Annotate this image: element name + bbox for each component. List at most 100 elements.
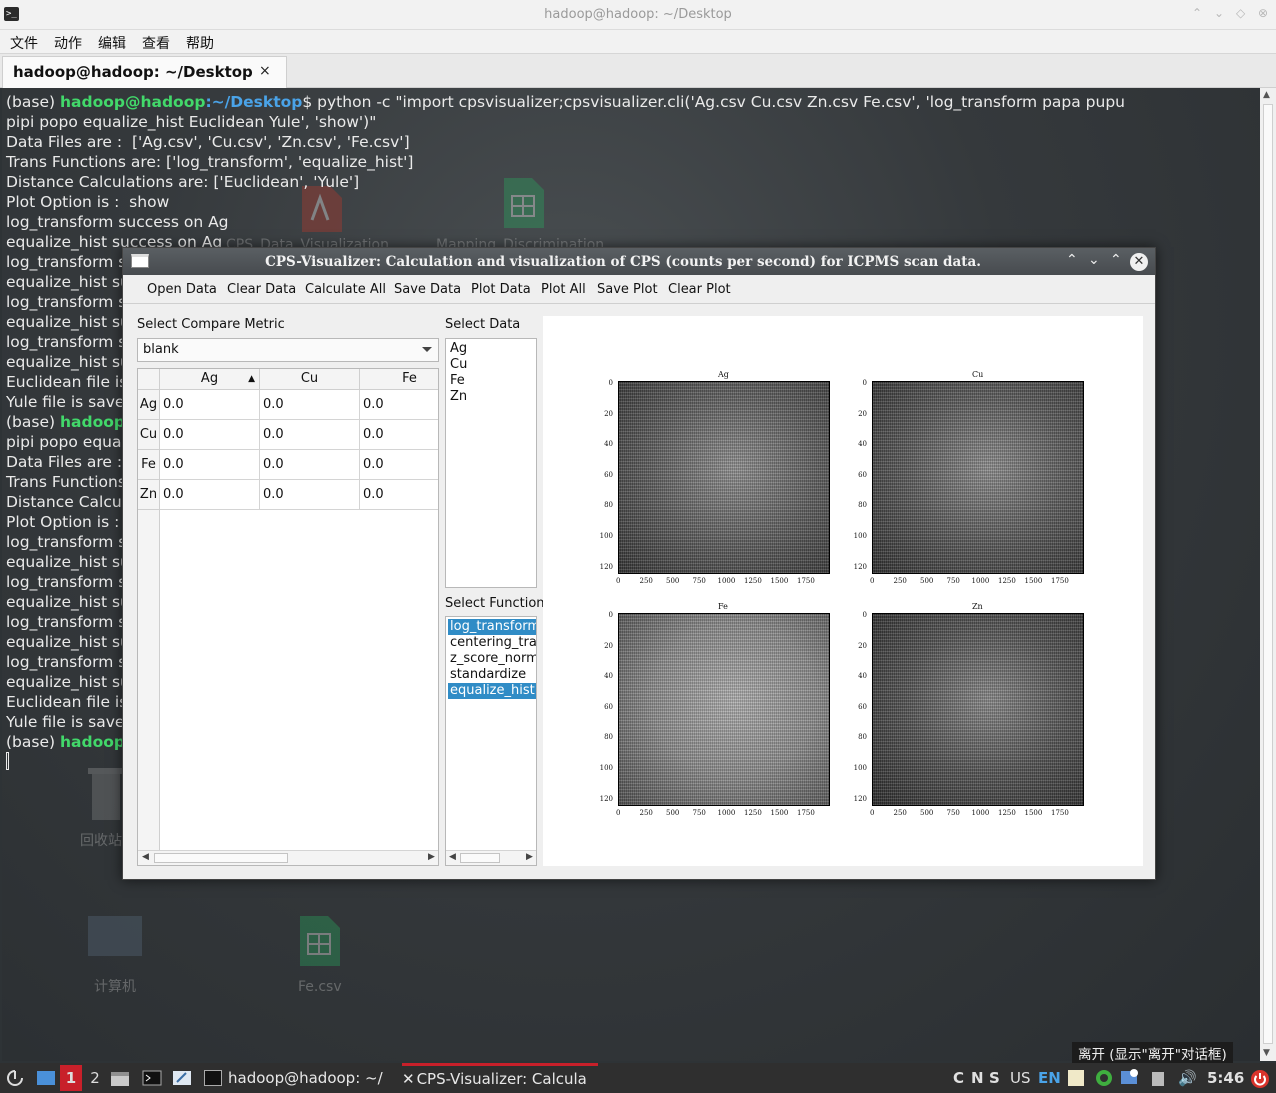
function-list[interactable]: log_transformcentering_tranz_score_norma…	[445, 616, 537, 866]
list-item[interactable]: Cu	[448, 357, 467, 373]
calculate-all-button[interactable]: Calculate All	[305, 282, 386, 297]
table-cell[interactable]: 0.0	[160, 390, 260, 420]
keep-above-icon[interactable]: ⌃	[1066, 252, 1078, 268]
close-icon[interactable]: ✕	[1130, 253, 1148, 271]
table-cell[interactable]: 0.0	[360, 450, 438, 480]
desktop-label-fe-csv: Fe.csv	[298, 979, 342, 995]
table-cell[interactable]: 0.0	[160, 450, 260, 480]
plot-canvas[interactable]: Ag 0 20 40 60 80 100 120 0 250 500 750 1000 1250 1500 1…	[543, 316, 1143, 866]
scroll-right-icon[interactable]: ▶	[428, 852, 435, 862]
notification-icon[interactable]	[1120, 1069, 1140, 1091]
menu-view[interactable]: 查看	[142, 33, 170, 53]
row-header[interactable]: Fe	[138, 450, 160, 480]
list-item[interactable]: centering_tran	[448, 635, 536, 651]
plot-all-button[interactable]: Plot All	[541, 282, 586, 297]
power-icon[interactable]	[1250, 1069, 1270, 1093]
scroll-left-icon[interactable]: ◀	[142, 852, 149, 862]
row-header[interactable]: Zn	[138, 480, 160, 510]
terminal-output-line: Trans Functions are: ['log_transform', '…	[6, 153, 414, 171]
task-cps-visualizer[interactable]: ✕ CPS-Visualizer: Calcula	[402, 1063, 598, 1093]
save-data-button[interactable]: Save Data	[394, 282, 461, 297]
prompt-dollar: $	[302, 93, 318, 111]
table-cell[interactable]: 0.0	[260, 480, 360, 510]
list-item[interactable]: Fe	[448, 373, 465, 389]
list-item[interactable]: standardize	[448, 667, 536, 683]
menu-action[interactable]: 动作	[54, 33, 82, 53]
list-item[interactable]: log_transform	[448, 619, 536, 635]
menu-edit[interactable]: 编辑	[98, 33, 126, 53]
x-tick-label: 1500	[1024, 577, 1043, 585]
task-terminal[interactable]: hadoop@hadoop: ~/	[204, 1063, 396, 1093]
input-method-indicator[interactable]: EN	[1038, 1069, 1061, 1087]
clear-data-button[interactable]: Clear Data	[227, 282, 296, 297]
minimize-icon[interactable]: ⌄	[1214, 6, 1224, 20]
y-tick-label: 100	[853, 532, 867, 540]
list-item[interactable]: Ag	[448, 341, 467, 357]
minimize-icon[interactable]: ⌄	[1088, 252, 1100, 268]
list-item[interactable]: z_score_norma	[448, 651, 536, 667]
capslock-indicator: C	[953, 1069, 965, 1087]
list-item[interactable]: Zn	[448, 389, 467, 405]
table-horizontal-scrollbar[interactable]: ◀ ▶	[138, 850, 438, 865]
data-list[interactable]: Ag Cu Fe Zn	[445, 338, 537, 588]
table-corner[interactable]	[138, 369, 160, 390]
scrollbar-thumb[interactable]	[460, 853, 500, 863]
clipboard-icon[interactable]	[1066, 1069, 1086, 1091]
table-cell[interactable]: 0.0	[360, 480, 438, 510]
close-icon[interactable]: ⊗	[1258, 6, 1268, 20]
x-tick-label: 1750	[797, 809, 815, 817]
column-header-cu[interactable]: Cu	[260, 369, 360, 390]
volume-icon[interactable]: 🔊	[1178, 1069, 1197, 1087]
battery-icon[interactable]	[1150, 1069, 1166, 1091]
y-tick-label: 80	[858, 501, 867, 510]
clear-plot-button[interactable]: Clear Plot	[668, 282, 731, 297]
scroll-left-icon[interactable]: ◀	[449, 852, 456, 862]
table-cell[interactable]: 0.0	[260, 390, 360, 420]
scroll-up-icon[interactable]: ▲	[1263, 90, 1270, 100]
x-tick-label: 1500	[770, 577, 789, 585]
x-tick-label: 500	[666, 577, 680, 585]
workspace-2[interactable]: 2	[84, 1065, 106, 1091]
column-header-fe[interactable]: Fe	[360, 369, 438, 390]
table-cell[interactable]: 0.0	[360, 390, 438, 420]
menu-file[interactable]: 文件	[10, 33, 38, 53]
network-icon[interactable]	[1094, 1069, 1114, 1091]
scrollbar-thumb[interactable]	[154, 853, 288, 863]
plot-data-button[interactable]: Plot Data	[471, 282, 531, 297]
distance-table[interactable]: Ag ▲ Cu Fe Ag 0.0 0.0 0.0 Cu 0.0 0.0 0.0 Fe 0.0 0.0…	[137, 368, 439, 866]
clock[interactable]: 5:46	[1207, 1069, 1244, 1087]
text-editor-icon[interactable]	[172, 1069, 192, 1091]
terminal-scrollbar[interactable]: ▲ ▼	[1260, 88, 1276, 1061]
subplot-image	[872, 381, 1084, 574]
row-header[interactable]: Ag	[138, 390, 160, 420]
save-plot-button[interactable]: Save Plot	[597, 282, 658, 297]
table-cell[interactable]: 0.0	[260, 450, 360, 480]
list-item[interactable]: equalize_hist	[448, 683, 536, 699]
show-desktop-icon[interactable]	[36, 1069, 56, 1091]
file-manager-icon[interactable]	[110, 1069, 130, 1091]
column-header-ag[interactable]: Ag ▲	[160, 369, 260, 390]
table-cell[interactable]: 0.0	[360, 420, 438, 450]
x-tick-label: 1000	[717, 809, 736, 817]
scroll-right-icon[interactable]: ▶	[526, 852, 533, 862]
table-cell[interactable]: 0.0	[260, 420, 360, 450]
tab-close-icon[interactable]: ×	[259, 63, 271, 79]
table-cell[interactable]: 0.0	[160, 420, 260, 450]
keep-above-icon[interactable]: ⌃	[1192, 6, 1202, 20]
keyboard-layout[interactable]: US	[1010, 1069, 1031, 1087]
function-list-scrollbar[interactable]: ◀ ▶	[446, 850, 536, 865]
scroll-down-icon[interactable]: ▼	[1263, 1048, 1270, 1058]
maximize-icon[interactable]: ◇	[1236, 6, 1245, 20]
table-cell[interactable]: 0.0	[160, 480, 260, 510]
terminal-launcher-icon[interactable]	[142, 1069, 162, 1091]
scrollbar-thumb[interactable]	[1263, 104, 1273, 1044]
desktop-label-trash: 回收站	[80, 833, 122, 849]
row-header[interactable]: Cu	[138, 420, 160, 450]
start-menu-icon[interactable]	[6, 1069, 24, 1091]
maximize-icon[interactable]: ⌃	[1110, 252, 1122, 268]
open-data-button[interactable]: Open Data	[147, 282, 217, 297]
workspace-1[interactable]: 1	[60, 1065, 82, 1091]
compare-metric-select[interactable]: blank	[137, 338, 439, 362]
menu-help[interactable]: 帮助	[186, 33, 214, 53]
terminal-tab[interactable]: hadoop@hadoop: ~/Desktop ×	[2, 56, 287, 88]
